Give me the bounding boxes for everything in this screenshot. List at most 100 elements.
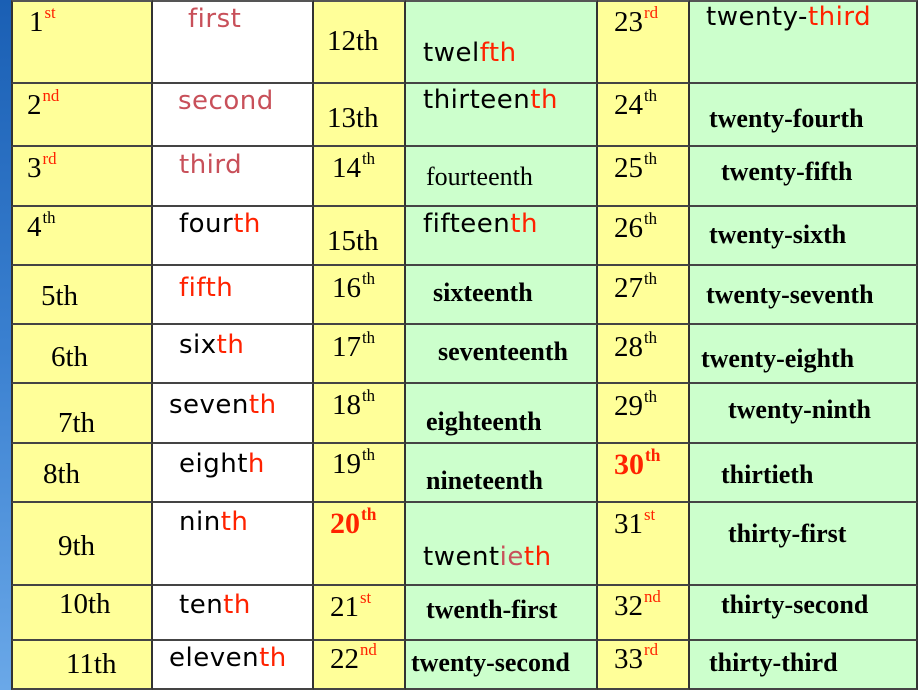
text-part: 1 [29, 6, 44, 38]
text-part: 23 [614, 6, 643, 38]
cell-text: second [178, 88, 274, 114]
ordinal-suffix: nd [360, 641, 377, 660]
text-part: 12th [327, 25, 379, 57]
text-part: 3 [27, 152, 42, 184]
ordinal-word-cell: twenty-sixth [690, 207, 918, 266]
cell-text: 4th [27, 209, 56, 242]
ordinal-word-cell: twenty-second [406, 641, 598, 690]
text-part: fourteenth [426, 162, 533, 191]
text-part: first [188, 4, 242, 34]
ordinal-number-cell: 28th [598, 325, 690, 384]
text-part: th [248, 390, 277, 420]
ordinal-word-cell: twenth-first [406, 586, 598, 641]
ordinal-numbers-table: 1st first 12th twelfth 23rd twenty-third 2nd se… [11, 0, 919, 690]
ordinal-number-cell: 14th [314, 147, 406, 207]
text-part: thirty-third [709, 648, 838, 677]
text-part: thirtieth [721, 460, 814, 489]
ordinal-suffix: rd [644, 641, 659, 660]
ordinal-word-cell: nineteenth [406, 444, 598, 503]
cell-text: twenth-first [426, 597, 557, 623]
text-part: 21 [330, 591, 359, 623]
ordinal-suffix: rd [644, 3, 659, 23]
text-part: 18 [332, 389, 361, 421]
ordinal-number-cell: 13th [314, 84, 406, 147]
ordinal-suffix: th [362, 269, 376, 289]
ordinal-number-cell: 7th [11, 384, 153, 444]
cell-text: twenty-eighth [701, 346, 854, 372]
text-part: th [523, 542, 552, 572]
text-part: thirteen [423, 85, 531, 115]
ordinal-suffix: rd [42, 149, 57, 169]
text-part: 22 [330, 643, 359, 675]
ordinal-number-cell: 32nd [598, 586, 690, 641]
text-part: 29 [614, 390, 643, 422]
ordinal-number-cell: 11th [11, 641, 153, 690]
text-part: 14 [332, 152, 361, 184]
cell-text: 13th [327, 104, 379, 133]
cell-text: 23rd [614, 4, 658, 38]
text-part: twenty-fourth [709, 104, 864, 133]
text-part: 28 [614, 331, 643, 363]
ordinal-word-cell: seventh [153, 384, 314, 444]
ordinal-word-cell: thirty-second [690, 586, 918, 641]
cell-text: 32nd [614, 588, 661, 621]
text-part: fifteen [423, 209, 511, 239]
ordinal-word-cell: fifth [153, 266, 314, 325]
text-part: 16 [332, 272, 361, 304]
ordinal-number-cell: 4th [11, 207, 153, 266]
cell-text: tenth [179, 592, 251, 618]
text-part: twenty-eighth [701, 344, 855, 373]
text-part: twenty-second [411, 648, 570, 677]
cell-text: twenty-sixth [709, 222, 846, 248]
ordinal-suffix: th [644, 209, 658, 229]
ordinal-word-cell: twelfth [406, 0, 598, 84]
cell-text: twentieth [423, 544, 552, 570]
cell-text: eighteenth [426, 409, 542, 435]
cell-text: sixth [179, 332, 244, 358]
cell-text: 7th [58, 409, 95, 438]
ordinal-suffix: nd [644, 587, 661, 607]
ordinal-word-cell: seventeenth [406, 325, 598, 384]
cell-text: 6th [51, 343, 88, 372]
text-part: 11th [66, 648, 117, 680]
text-part: 31 [614, 508, 643, 540]
ordinal-suffix: th [362, 386, 376, 406]
ordinal-number-cell: 17th [314, 325, 406, 384]
text-part: seven [169, 390, 249, 420]
cell-text: 26th [614, 210, 657, 243]
cell-text: 29th [614, 388, 657, 422]
text-part: third [807, 2, 872, 32]
ordinal-number-cell: 27th [598, 266, 690, 325]
text-part: sixteenth [433, 278, 533, 307]
ordinal-number-cell: 3rd [11, 147, 153, 207]
text-part: six [179, 330, 217, 360]
text-part: 9th [58, 530, 96, 562]
cell-text: seventh [169, 392, 277, 418]
text-part: seventeenth [438, 337, 568, 366]
cell-text: 2nd [27, 87, 59, 120]
text-part: f [479, 38, 489, 68]
ordinal-word-cell: fifteenth [406, 207, 598, 266]
cell-text: thirty-third [709, 650, 838, 676]
text-part: twel [423, 38, 480, 68]
cell-text: twenty-fifth [721, 159, 852, 185]
cell-text: twenty-seventh [706, 282, 874, 308]
ordinal-number-cell: 10th [11, 586, 153, 641]
ordinal-suffix: st [44, 3, 56, 23]
ordinal-suffix: th [42, 208, 56, 228]
text-part: twenty-sixth [709, 220, 847, 249]
cell-text: 22nd [330, 641, 377, 675]
ordinal-number-cell: 21st [314, 586, 406, 641]
ordinal-number-cell: 33rd [598, 641, 690, 690]
text-part: third [179, 150, 243, 180]
ordinal-word-cell: second [153, 84, 314, 147]
text-part: nin [179, 507, 221, 537]
text-part: four [179, 209, 234, 239]
cell-text: 9th [58, 532, 95, 561]
ordinal-word-cell: thirty-first [690, 503, 918, 586]
ordinal-number-cell: 24th [598, 84, 690, 147]
text-part: thirty-second [721, 590, 869, 619]
ordinal-suffix: th [644, 328, 658, 348]
text-part: 20 [330, 507, 360, 540]
text-part: ten [179, 590, 224, 620]
